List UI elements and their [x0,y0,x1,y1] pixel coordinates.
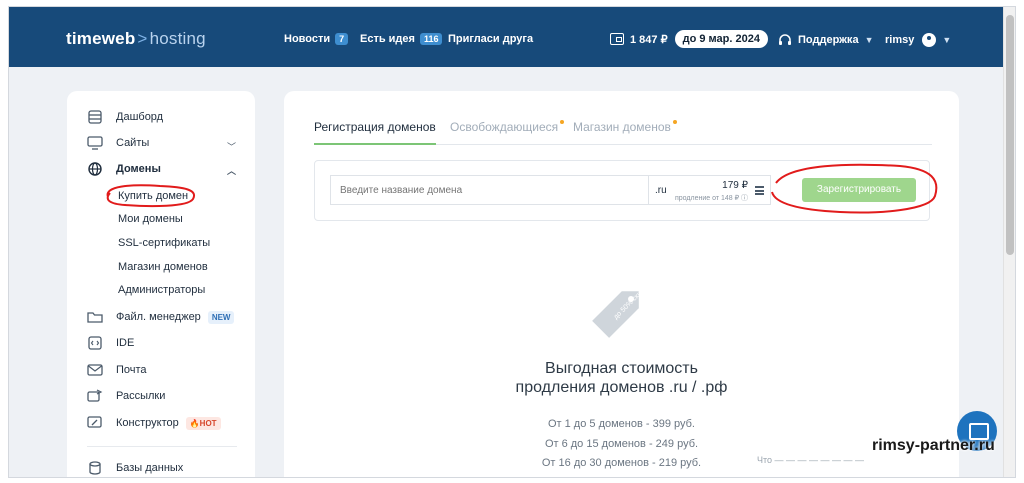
red-annotations [106,163,938,214]
annotation-circle-register [771,163,938,214]
annotation-circle-buy-domain [106,184,196,208]
faded-text: Что — — — — — — — — [757,455,865,465]
watermark: rimsy-partner.ru [872,437,995,454]
